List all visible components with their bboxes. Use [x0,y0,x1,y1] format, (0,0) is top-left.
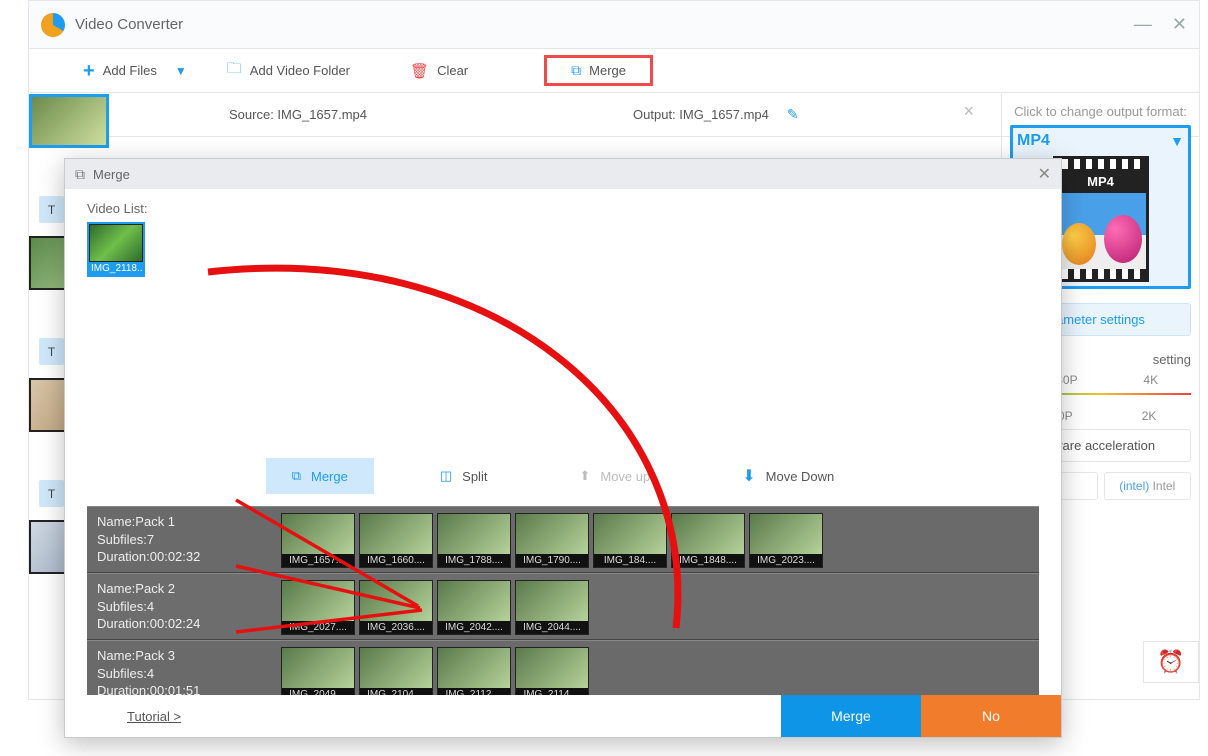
pack-thumbnail[interactable]: IMG_2112.... [437,647,511,695]
app-title: Video Converter [75,16,183,33]
titlebar: Video Converter — ✕ [29,1,1199,49]
close-button[interactable]: ✕ [1172,14,1187,35]
vendor-intel[interactable]: (intel) Intel [1104,472,1192,500]
thumb-tab[interactable]: T [39,480,64,507]
pack-thumbs: IMG_2049....IMG_2104....IMG_2112....IMG_… [281,647,589,695]
add-files-label: Add Files [103,63,157,78]
pack-thumbnail[interactable]: IMG_2044.... [515,580,589,635]
video-list-label: Video List: [87,201,1039,216]
thumb-tab[interactable]: T [39,196,64,223]
dialog-split-button[interactable]: ◫ Split [414,458,514,494]
add-folder-button[interactable]: 🗀 Add Video Folder [213,52,364,89]
trash-icon: 🗑 [410,62,429,80]
clear-button[interactable]: 🗑 Clear [396,56,482,86]
pack-thumbs: IMG_2027....IMG_2036....IMG_2042....IMG_… [281,580,589,635]
selected-video-thumb[interactable]: IMG_2118.... [87,222,145,277]
merge-button-annotated[interactable]: ⧉ Merge [544,55,653,86]
edit-output-icon[interactable]: ✎ [787,106,799,123]
dialog-close-icon[interactable]: ✕ [1038,164,1051,184]
merge-label: Merge [589,63,626,78]
format-badge: MP4 [1056,169,1146,193]
toolbar: + Add Files ▼ 🗀 Add Video Folder 🗑 Clear… [29,49,1199,93]
pack-thumbnail[interactable]: IMG_2104.... [359,647,433,695]
dialog-merge-button[interactable]: ⧉ Merge [266,458,374,494]
format-preview: MP4 [1053,156,1149,282]
dialog-moveup-button: ⬆ Move up [553,458,676,494]
pack-thumbnail[interactable]: IMG_1657.... [281,513,355,568]
chevron-down-icon[interactable]: ▼ [175,64,187,78]
output-label: Output: IMG_1657.mp4 [633,107,769,122]
thumbnail-caption: IMG_2118.... [89,262,143,275]
alarm-icon[interactable]: ⏰ [1143,641,1199,683]
pack-row[interactable]: Name:Pack 2Subfiles:4Duration:00:02:24 IM… [87,573,1039,640]
add-folder-label: Add Video Folder [250,63,350,78]
pack-thumbnail[interactable]: IMG_2114.... [515,647,589,695]
pack-thumbs: IMG_1657....IMG_1660....IMG_1788....IMG_… [281,513,823,568]
pack-thumbnail[interactable]: IMG_184.... [593,513,667,568]
source-label: Source: IMG_1657.mp4 [229,107,367,122]
pack-row[interactable]: Name:Pack 1Subfiles:7Duration:00:02:32 IM… [87,506,1039,573]
packs-container: Name:Pack 1Subfiles:7Duration:00:02:32 IM… [87,506,1039,695]
arrow-up-icon: ⬆ [579,468,590,484]
pack-thumbnail[interactable]: IMG_1790.... [515,513,589,568]
pack-thumbnail[interactable]: IMG_2049.... [281,647,355,695]
dialog-body: Video List: IMG_2118.... ⧉ Merge ◫ Split… [65,189,1061,695]
pack-info: Name:Pack 1Subfiles:7Duration:00:02:32 [97,513,267,566]
dialog-movedown-button[interactable]: ⬇ Move Down [716,458,860,494]
pack-thumbnail[interactable]: IMG_2042.... [437,580,511,635]
merge-dialog: ⧉ Merge ✕ Video List: IMG_2118.... ⧉ Mer… [64,158,1062,738]
thumb-tab[interactable]: T [39,338,64,365]
pack-thumbnail[interactable]: IMG_2027.... [281,580,355,635]
app-logo-icon [41,13,65,37]
add-files-button[interactable]: + Add Files ▼ [69,55,201,87]
pack-thumbnail[interactable]: IMG_2036.... [359,580,433,635]
change-format-label: Click to change output format: [1010,104,1191,119]
plus-icon: + [83,61,95,81]
merge-icon: ⧉ [571,62,581,79]
thumbnail[interactable] [29,94,109,148]
minimize-button[interactable]: — [1134,14,1152,35]
dialog-toolbar: ⧉ Merge ◫ Split ⬆ Move up ⬇ Move Down [87,458,1039,494]
tutorial-link[interactable]: Tutorial > [127,709,181,724]
pack-thumbnail[interactable]: IMG_1788.... [437,513,511,568]
pack-row[interactable]: Name:Pack 3Subfiles:4Duration:00:01:51 IM… [87,640,1039,695]
thumbnail-image [89,224,143,262]
merge-icon: ⧉ [292,468,301,484]
folder-icon: 🗀 [227,58,242,83]
pack-info: Name:Pack 2Subfiles:4Duration:00:02:24 [97,580,267,633]
cancel-button[interactable]: No [921,695,1061,737]
clear-label: Clear [437,63,468,78]
confirm-merge-button[interactable]: Merge [781,695,921,737]
pack-info: Name:Pack 3Subfiles:4Duration:00:01:51 [97,647,267,695]
format-label: MP4 [1017,132,1050,150]
dialog-footer: Tutorial > Merge No [65,695,1061,737]
dialog-titlebar: ⧉ Merge ✕ [65,159,1061,189]
pack-thumbnail[interactable]: IMG_1848.... [671,513,745,568]
split-icon: ◫ [440,468,452,484]
pack-thumbnail[interactable]: IMG_2023.... [749,513,823,568]
chevron-down-icon[interactable]: ▼ [1170,133,1184,149]
arrow-down-icon: ⬇ [742,466,755,486]
pack-thumbnail[interactable]: IMG_1660.... [359,513,433,568]
remove-item-icon[interactable]: × [963,101,974,122]
dialog-title: Merge [93,167,130,182]
merge-icon: ⧉ [75,166,85,183]
